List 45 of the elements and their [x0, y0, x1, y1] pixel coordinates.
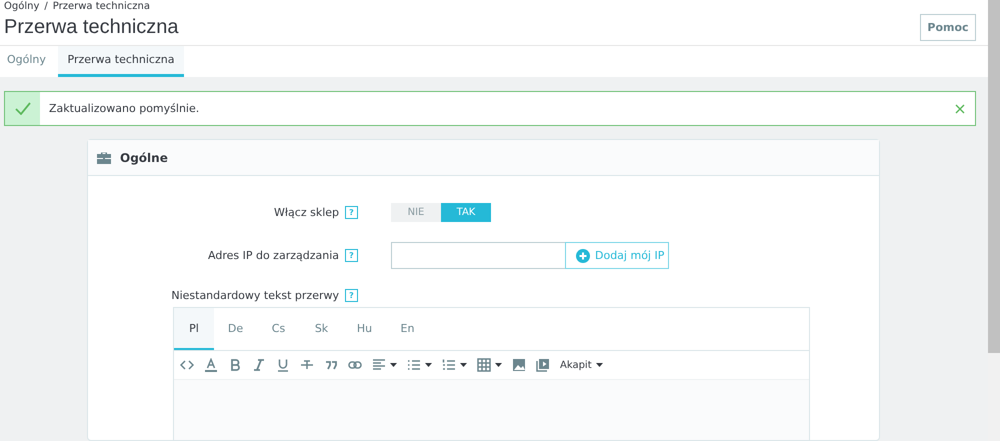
tab[interactable]: Przerwa techniczna	[58, 46, 184, 77]
font-color-icon[interactable]	[204, 358, 218, 372]
help-icon[interactable]: ?	[345, 206, 358, 219]
caret-icon[interactable]	[390, 363, 397, 367]
field-label: Włącz sklep	[274, 206, 339, 219]
add-ip-button[interactable]: Dodaj mój IP	[565, 242, 669, 269]
field-label: Niestandardowy tekst przerwy	[171, 289, 339, 302]
card-title: Ogólne	[120, 150, 168, 164]
briefcase-icon	[96, 150, 112, 164]
toggle-switch[interactable]: NIE TAK	[391, 203, 491, 222]
numbered-list-icon[interactable]	[442, 358, 456, 372]
field-label: Adres IP do zarządzania	[208, 249, 339, 262]
quote-icon[interactable]	[324, 358, 338, 372]
format-dropdown[interactable]: Akapit	[560, 360, 603, 370]
table-icon[interactable]	[477, 358, 491, 372]
language-tab[interactable]: Pl	[174, 308, 214, 350]
help-button[interactable]: Pomoc	[920, 14, 976, 41]
breadcrumb-separator: /	[44, 1, 48, 12]
media-icon[interactable]	[536, 358, 550, 372]
italic-icon[interactable]	[252, 358, 266, 372]
caret-icon	[596, 363, 603, 367]
bold-icon[interactable]	[228, 358, 242, 372]
page-title: Przerwa techniczna	[4, 16, 179, 39]
help-icon[interactable]: ?	[345, 289, 358, 302]
breadcrumb-link[interactable]: Ogólny	[4, 1, 40, 12]
caret-icon[interactable]	[425, 363, 432, 367]
help-icon[interactable]: ?	[345, 249, 358, 262]
plus-circle-icon	[576, 248, 590, 262]
underline-icon[interactable]	[276, 358, 290, 372]
caret-icon[interactable]	[495, 363, 502, 367]
image-icon[interactable]	[512, 358, 526, 372]
caret-icon[interactable]	[460, 363, 467, 367]
scrollbar-thumb[interactable]	[988, 0, 1000, 353]
alert-message: Zaktualizowano pomyślnie.	[49, 102, 200, 115]
ip-input-field[interactable]	[391, 242, 565, 269]
close-icon[interactable]	[955, 104, 965, 114]
align-left-icon[interactable]	[372, 358, 386, 372]
strikethrough-icon[interactable]	[300, 358, 314, 372]
switch-option[interactable]: NIE	[391, 203, 441, 222]
code-icon[interactable]	[180, 358, 194, 372]
breadcrumb-link[interactable]: Przerwa techniczna	[52, 1, 150, 12]
bullet-list-icon[interactable]	[407, 358, 421, 372]
switch-option[interactable]: TAK	[441, 203, 491, 222]
scrollbar[interactable]	[988, 0, 1000, 441]
check-icon	[14, 102, 30, 115]
